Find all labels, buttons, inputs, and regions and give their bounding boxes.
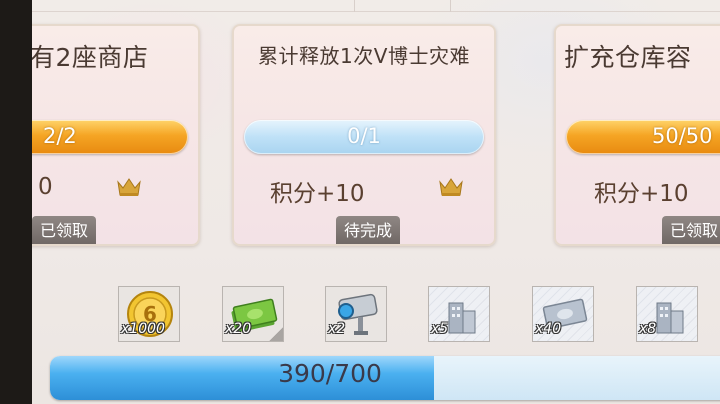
reward-item-gold[interactable]: 6 x1000 bbox=[118, 286, 180, 342]
status-badge-claimed: 已领取 bbox=[662, 216, 720, 244]
reward-item-building[interactable]: x5 bbox=[428, 286, 490, 342]
reward-item-cash[interactable]: x20 bbox=[222, 286, 284, 342]
task-progress-text: 50/50 bbox=[652, 124, 713, 148]
total-points-progress-bar: 390/700 bbox=[50, 356, 720, 400]
total-progress-text: 390/700 bbox=[278, 359, 382, 388]
task-progress-bar: 50/50 bbox=[566, 120, 720, 154]
reward-qty: x20 bbox=[225, 321, 252, 337]
status-badge-pending: 待完成 bbox=[336, 216, 401, 244]
task-progress-text: 2/2 bbox=[43, 124, 77, 148]
task-progress-text: 0/1 bbox=[347, 124, 381, 148]
reward-qty: x1000 bbox=[121, 321, 165, 337]
reward-item-building-2[interactable]: x8 bbox=[636, 286, 698, 342]
crown-icon bbox=[117, 178, 141, 196]
task-card-warehouse: 扩充仓库容 50/50 积分+10 已领取 bbox=[554, 24, 720, 246]
reward-qty: x8 bbox=[639, 321, 657, 337]
top-tab-strip bbox=[32, 0, 720, 12]
reward-qty: x40 bbox=[535, 321, 562, 337]
reward-item-camera[interactable]: x2 bbox=[325, 286, 387, 342]
task-points: 积分+10 bbox=[270, 181, 365, 207]
reward-item-cash-2[interactable]: x40 bbox=[532, 286, 594, 342]
task-title: 扩充仓库容 bbox=[564, 43, 692, 72]
reward-qty: x5 bbox=[431, 321, 449, 337]
reward-qty: x2 bbox=[328, 321, 346, 337]
task-points: 0 bbox=[38, 174, 53, 200]
status-badge-claimed: 已领取 bbox=[32, 216, 97, 244]
task-card-v-disaster: 累计释放1次V博士灾难 0/1 积分+10 待完成 bbox=[232, 24, 496, 246]
task-panel: 有2座商店 2/2 0 已领取 累计释放1次V博士灾难 0/1 积分+10 待完… bbox=[32, 0, 720, 404]
task-points: 积分+10 bbox=[594, 181, 689, 207]
task-title: 有2座商店 bbox=[32, 43, 149, 72]
task-progress-bar: 0/1 bbox=[244, 120, 484, 154]
task-progress-bar: 2/2 bbox=[32, 120, 188, 154]
crown-icon bbox=[439, 178, 463, 196]
task-card-shops: 有2座商店 2/2 0 已领取 bbox=[32, 24, 200, 246]
task-title: 累计释放1次V博士灾难 bbox=[258, 44, 470, 68]
